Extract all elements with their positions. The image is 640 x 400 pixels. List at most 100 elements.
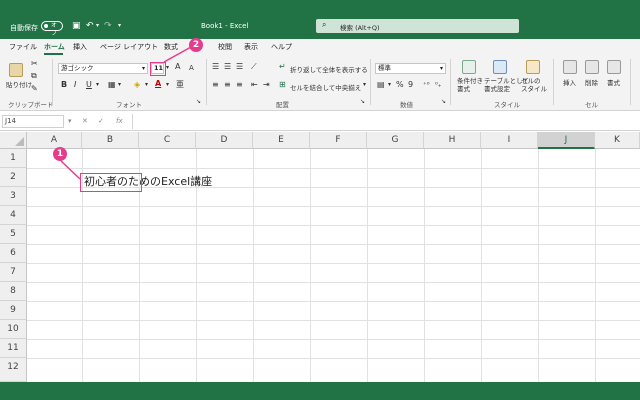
column-header-j[interactable]: J <box>538 132 595 149</box>
align-left-icon[interactable]: ≡ <box>212 80 219 90</box>
tab-file[interactable]: ファイル <box>9 42 37 52</box>
italic-button[interactable]: I <box>74 80 76 90</box>
search-box[interactable]: ⌕ 検索 (Alt+Q) <box>316 19 519 33</box>
excel-window: 自動保存 オフ ▣ ↶ ▾ ↷ ▾ Book1 - Excel ⌕ 検索 (Al… <box>0 0 640 400</box>
tab-help[interactable]: ヘルプ <box>271 42 292 52</box>
cancel-icon[interactable]: ✕ <box>82 117 88 125</box>
row-header-5[interactable]: 5 <box>0 225 27 244</box>
align-right-icon[interactable]: ≡ <box>236 80 243 90</box>
number-dialog-launcher-icon[interactable]: ↘ <box>441 97 446 107</box>
column-header-h[interactable]: H <box>424 132 481 149</box>
formula-input[interactable] <box>134 115 634 128</box>
redo-icon[interactable]: ↷ <box>104 20 112 32</box>
font-dialog-launcher-icon[interactable]: ↘ <box>196 97 201 107</box>
column-header-a[interactable]: A <box>27 132 82 149</box>
column-header-k[interactable]: K <box>595 132 640 149</box>
column-header-e[interactable]: E <box>253 132 310 149</box>
save-icon[interactable]: ▣ <box>72 20 81 32</box>
percent-button[interactable]: % <box>396 80 404 90</box>
orientation-icon[interactable]: ⟋ <box>251 62 257 72</box>
cell-styles-label[interactable]: セルの スタイル <box>521 77 547 93</box>
increase-decimal-icon[interactable]: ⁺⁰ <box>423 80 430 90</box>
tab-view[interactable]: 表示 <box>244 42 258 52</box>
align-bottom-icon[interactable]: ☰ <box>236 62 243 72</box>
fill-color-icon[interactable]: ◈ <box>134 80 140 90</box>
format-cells-icon[interactable] <box>607 60 621 74</box>
select-all-button[interactable] <box>0 132 27 149</box>
align-center-icon[interactable]: ≡ <box>224 80 231 90</box>
row-header-12[interactable]: 12 <box>0 358 27 382</box>
column-header-f[interactable]: F <box>310 132 367 149</box>
conditional-format-label[interactable]: 条件付き 書式 <box>457 77 483 93</box>
tab-home[interactable]: ホーム <box>44 42 65 52</box>
tab-review[interactable]: 校閲 <box>218 42 232 52</box>
phonetic-icon[interactable]: 亜 <box>176 80 184 90</box>
name-box[interactable]: J14 <box>2 115 64 128</box>
conditional-format-icon[interactable] <box>462 60 476 74</box>
delete-cells-label[interactable]: 削除 <box>585 77 598 87</box>
gridline <box>27 225 640 226</box>
delete-cells-icon[interactable] <box>585 60 599 74</box>
wrap-text-label[interactable]: 折り返して全体を表示する <box>290 64 368 74</box>
merge-center-icon[interactable]: ⊞ <box>279 80 286 90</box>
border-dropdown-icon[interactable]: ▾ <box>118 80 121 90</box>
insert-cells-label[interactable]: 挿入 <box>563 77 576 87</box>
row-header-6[interactable]: 6 <box>0 244 27 263</box>
cut-icon[interactable]: ✂ <box>31 59 38 69</box>
column-header-d[interactable]: D <box>196 132 253 149</box>
tab-page-layout[interactable]: ページ レイアウト <box>100 42 158 52</box>
undo-dropdown-icon[interactable]: ▾ <box>96 20 99 32</box>
paste-icon[interactable] <box>9 63 23 77</box>
autosave-toggle[interactable]: オフ <box>41 21 63 37</box>
border-icon[interactable]: ▦ <box>108 80 116 90</box>
row-header-4[interactable]: 4 <box>0 206 27 225</box>
paste-label[interactable]: 貼り付け <box>6 79 32 89</box>
decrease-decimal-icon[interactable]: ⁰₊ <box>435 80 442 90</box>
fill-color-dropdown-icon[interactable]: ▾ <box>145 80 148 90</box>
name-box-dropdown-icon[interactable]: ▾ <box>68 117 72 125</box>
align-top-icon[interactable]: ☰ <box>212 62 219 72</box>
cell-styles-icon[interactable] <box>526 60 540 74</box>
row-header-3[interactable]: 3 <box>0 187 27 206</box>
row-header-10[interactable]: 10 <box>0 320 27 339</box>
column-header-g[interactable]: G <box>367 132 424 149</box>
merge-center-label[interactable]: セルを結合して中央揃え <box>290 82 361 92</box>
column-header-i[interactable]: I <box>481 132 538 149</box>
insert-function-icon[interactable]: fx <box>116 117 123 125</box>
format-as-table-icon[interactable] <box>493 60 507 74</box>
insert-cells-icon[interactable] <box>563 60 577 74</box>
undo-icon[interactable]: ↶ <box>86 20 94 32</box>
font-name-combo[interactable]: 游ゴシック ▾ <box>58 63 148 74</box>
font-color-icon[interactable]: A <box>155 79 161 89</box>
increase-indent-icon[interactable]: ⇥ <box>263 80 270 90</box>
row-header-7[interactable]: 7 <box>0 263 27 282</box>
font-color-dropdown-icon[interactable]: ▾ <box>166 80 169 90</box>
format-painter-icon[interactable]: ✎ <box>31 84 38 94</box>
decrease-indent-icon[interactable]: ⇤ <box>251 80 258 90</box>
row-header-11[interactable]: 11 <box>0 339 27 358</box>
comma-style-button[interactable]: 9 <box>408 80 413 90</box>
column-header-c[interactable]: C <box>139 132 196 149</box>
gridline <box>27 206 640 207</box>
enter-icon[interactable]: ✓ <box>98 117 104 125</box>
row-header-8[interactable]: 8 <box>0 282 27 301</box>
bold-button[interactable]: B <box>61 80 67 90</box>
column-header-b[interactable]: B <box>82 132 139 149</box>
accounting-format-icon[interactable]: ▤ <box>377 80 385 90</box>
underline-dropdown-icon[interactable]: ▾ <box>96 80 99 90</box>
row-header-9[interactable]: 9 <box>0 301 27 320</box>
merge-dropdown-icon[interactable]: ▾ <box>363 80 366 90</box>
accounting-dropdown-icon[interactable]: ▾ <box>388 80 391 90</box>
row-header-2[interactable]: 2 <box>0 168 27 187</box>
format-cells-label[interactable]: 書式 <box>607 77 620 87</box>
row-header-1[interactable]: 1 <box>0 149 27 168</box>
align-middle-icon[interactable]: ☰ <box>224 62 231 72</box>
tab-insert[interactable]: 挿入 <box>73 42 87 52</box>
number-format-combo[interactable]: 標準 ▾ <box>375 63 446 74</box>
copy-icon[interactable]: ⧉ <box>31 71 37 81</box>
underline-button[interactable]: U <box>86 80 92 90</box>
customize-qat-icon[interactable]: ▾ <box>118 20 121 32</box>
wrap-text-icon[interactable]: ↵ <box>279 62 286 72</box>
pointer-line <box>163 46 192 63</box>
alignment-dialog-launcher-icon[interactable]: ↘ <box>360 97 365 107</box>
